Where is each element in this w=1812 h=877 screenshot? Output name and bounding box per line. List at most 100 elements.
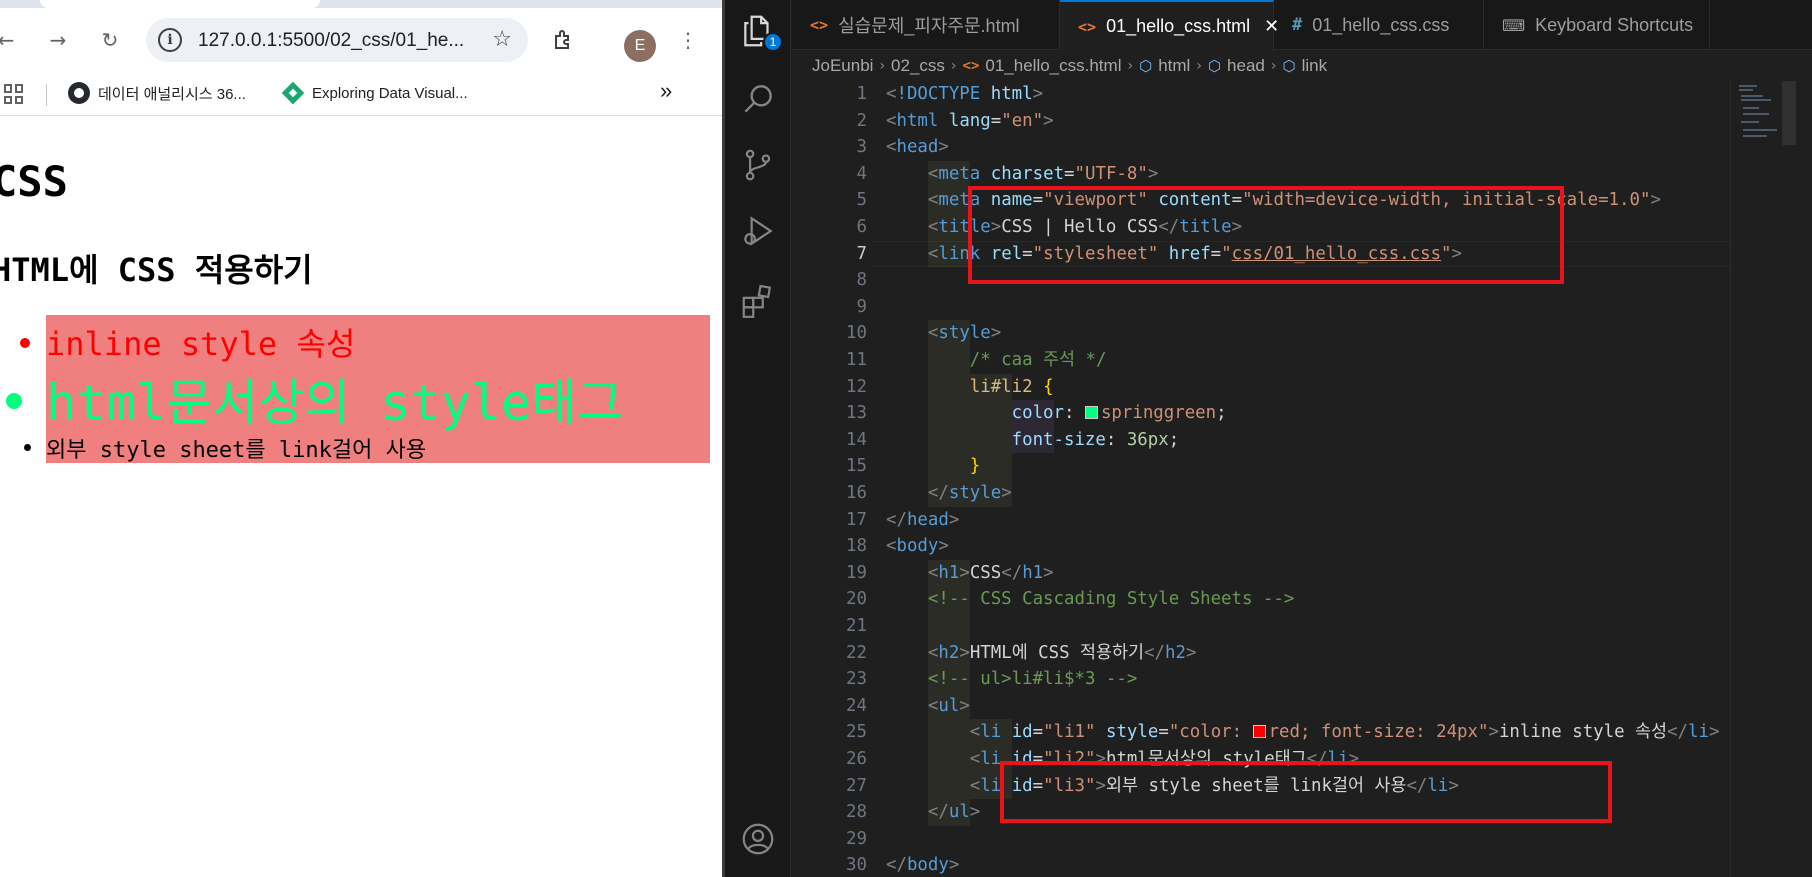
bookmarks-bar: 데이터 애널리시스 36... Exploring Data Visual...… — [0, 72, 722, 116]
tab-label: Keyboard Shortcuts — [1535, 14, 1694, 35]
tab-pizza-order-html[interactable]: <> 실습문제_피자주문.html — [792, 0, 1060, 50]
reload-icon[interactable]: ↻ — [94, 24, 126, 56]
back-icon[interactable]: ← — [0, 24, 22, 56]
minimap[interactable] — [1730, 81, 1812, 877]
line-number: 21 — [846, 616, 867, 636]
account-icon[interactable] — [739, 820, 777, 858]
page-content: CSS HTML에 CSS 적용하기 inline style 속성 html문… — [0, 117, 722, 877]
line-number: 20 — [846, 589, 867, 610]
element-cube-icon: ⬡ — [1139, 57, 1153, 75]
line-number: 15 — [846, 456, 867, 477]
source-control-icon[interactable] — [739, 146, 777, 184]
breadcrumb-item[interactable]: JoEunbi — [812, 56, 873, 76]
explorer-files-icon[interactable]: 1 — [739, 12, 783, 52]
bookmark-item[interactable]: 데이터 애널리시스 36... — [68, 82, 246, 104]
code-line-4: <meta charset="UTF-8"> — [927, 163, 1159, 184]
code-line-15: } — [969, 456, 981, 477]
bookmark-label: Exploring Data Visual... — [312, 84, 468, 102]
list-item-text: 외부 style sheet를 link걸어 사용 — [46, 438, 427, 463]
line-number: 2 — [856, 110, 867, 131]
line-number: 5 — [856, 190, 867, 211]
site-info-icon[interactable]: i — [158, 28, 182, 52]
code-line-2: <html lang="en"> — [886, 110, 1054, 131]
line-number: 22 — [846, 642, 867, 663]
bookmark-item[interactable]: Exploring Data Visual... — [282, 82, 468, 104]
code-line-19: <h1>CSS</h1> — [927, 562, 1054, 583]
chevron-right-icon: › — [1127, 58, 1134, 74]
keyboard-icon: ⌨ — [1502, 15, 1526, 35]
line-number: 13 — [846, 403, 867, 424]
code-line-16: </style> — [927, 483, 1012, 503]
annotation-box-head — [968, 186, 1564, 284]
tab-hello-css-css[interactable]: # 01_hello_css.css — [1274, 0, 1484, 50]
code-line-17: </head> — [886, 509, 960, 530]
data-viz-icon — [282, 82, 304, 104]
apps-grid-icon[interactable] — [4, 84, 24, 104]
line-number: 11 — [846, 350, 867, 370]
line-number: 7 — [856, 243, 867, 264]
line-number: 29 — [846, 828, 867, 849]
color-swatch[interactable] — [1084, 406, 1098, 420]
code-line-25: <li id="li1" style="color: red; font-siz… — [969, 722, 1720, 743]
code-line-30: </body> — [886, 855, 960, 876]
activity-bar: 1 — [725, 0, 791, 877]
search-icon[interactable] — [739, 80, 777, 118]
tab-hello-css-html[interactable]: <> 01_hello_css.html ✕ — [1060, 0, 1279, 51]
html-file-icon: <> — [962, 58, 980, 74]
breadcrumb-item[interactable]: head — [1227, 56, 1265, 76]
profile-avatar[interactable]: E — [624, 30, 656, 62]
editor-scrollbar[interactable] — [1782, 81, 1796, 145]
address-url[interactable]: 127.0.0.1:5500/02_css/01_he... — [198, 30, 464, 52]
bookmark-star-icon[interactable]: ☆ — [492, 27, 512, 52]
list-item-external: 외부 style sheet를 link걸어 사용 — [24, 432, 427, 464]
line-number: 25 — [846, 722, 867, 743]
extensions-icon[interactable] — [548, 24, 580, 56]
tab-label: 실습문제_피자주문.html — [838, 16, 1020, 36]
code-line-23: <!-- ul>li#li$*3 --> — [927, 669, 1138, 690]
extensions-icon[interactable] — [739, 282, 777, 320]
browser-tab[interactable] — [40, 0, 320, 8]
run-debug-icon[interactable] — [739, 212, 777, 250]
code-line-11: /* caa 주석 */ — [969, 350, 1107, 370]
line-number: 23 — [846, 669, 867, 690]
line-number: 17 — [846, 509, 867, 530]
line-number: 12 — [846, 376, 867, 397]
code-line-3: <head> — [886, 137, 949, 158]
breadcrumb-item[interactable]: html — [1158, 56, 1190, 76]
code-line-14: font-size: 36px; — [1011, 429, 1180, 450]
code-line-28: </ul> — [927, 802, 981, 823]
breadcrumb-item[interactable]: 02_css — [891, 56, 945, 76]
breadcrumb-item[interactable]: 01_hello_css.html — [985, 56, 1121, 76]
code-line-24: <ul> — [927, 695, 970, 716]
line-number: 19 — [846, 562, 867, 583]
bookmark-label: 데이터 애널리시스 36... — [98, 85, 246, 103]
chevron-right-icon: › — [1270, 58, 1277, 74]
breadcrumb-item[interactable]: link — [1302, 56, 1328, 76]
element-cube-icon: ⬡ — [1282, 57, 1296, 75]
bookmarks-divider — [46, 84, 47, 106]
code-line-13: color: springgreen; — [1011, 403, 1227, 424]
forward-icon[interactable]: → — [42, 24, 74, 56]
line-number: 30 — [846, 855, 867, 876]
breadcrumb: JoEunbi › 02_css › <> 01_hello_css.html … — [792, 51, 1812, 81]
menu-kebab-icon[interactable]: ⋮ — [672, 24, 704, 56]
line-number: 3 — [856, 137, 867, 158]
line-number: 24 — [846, 695, 867, 716]
github-icon — [68, 82, 90, 104]
html-file-icon: <> — [810, 16, 829, 34]
address-bar[interactable]: i 127.0.0.1:5500/02_css/01_he... ☆ — [146, 18, 528, 62]
code-line-18: <body> — [886, 536, 949, 557]
list-item-style-tag: html문서상의 style태그 — [6, 363, 623, 435]
color-swatch[interactable] — [1252, 725, 1266, 739]
bullet — [6, 393, 22, 409]
annotation-box-li3 — [1000, 761, 1612, 823]
chevron-right-icon: › — [950, 58, 957, 74]
bullet — [24, 444, 31, 451]
tab-keyboard-shortcuts[interactable]: ⌨ Keyboard Shortcuts — [1484, 0, 1710, 50]
chevron-right-icon: › — [879, 58, 886, 74]
code-editor[interactable]: 1 2 3 4 5 6 7 8 9 10 11 12 13 14 15 16 17 18 19 20 21 22 23 24 2… — [792, 81, 1812, 877]
line-number: 16 — [846, 483, 867, 503]
tab-label: 01_hello_css.html — [1106, 16, 1251, 36]
bookmarks-overflow-icon[interactable]: » — [660, 78, 672, 104]
vscode-window: 1 <> 실습문제_피자주문.html <> 01_hello_css.html… — [722, 0, 1812, 877]
